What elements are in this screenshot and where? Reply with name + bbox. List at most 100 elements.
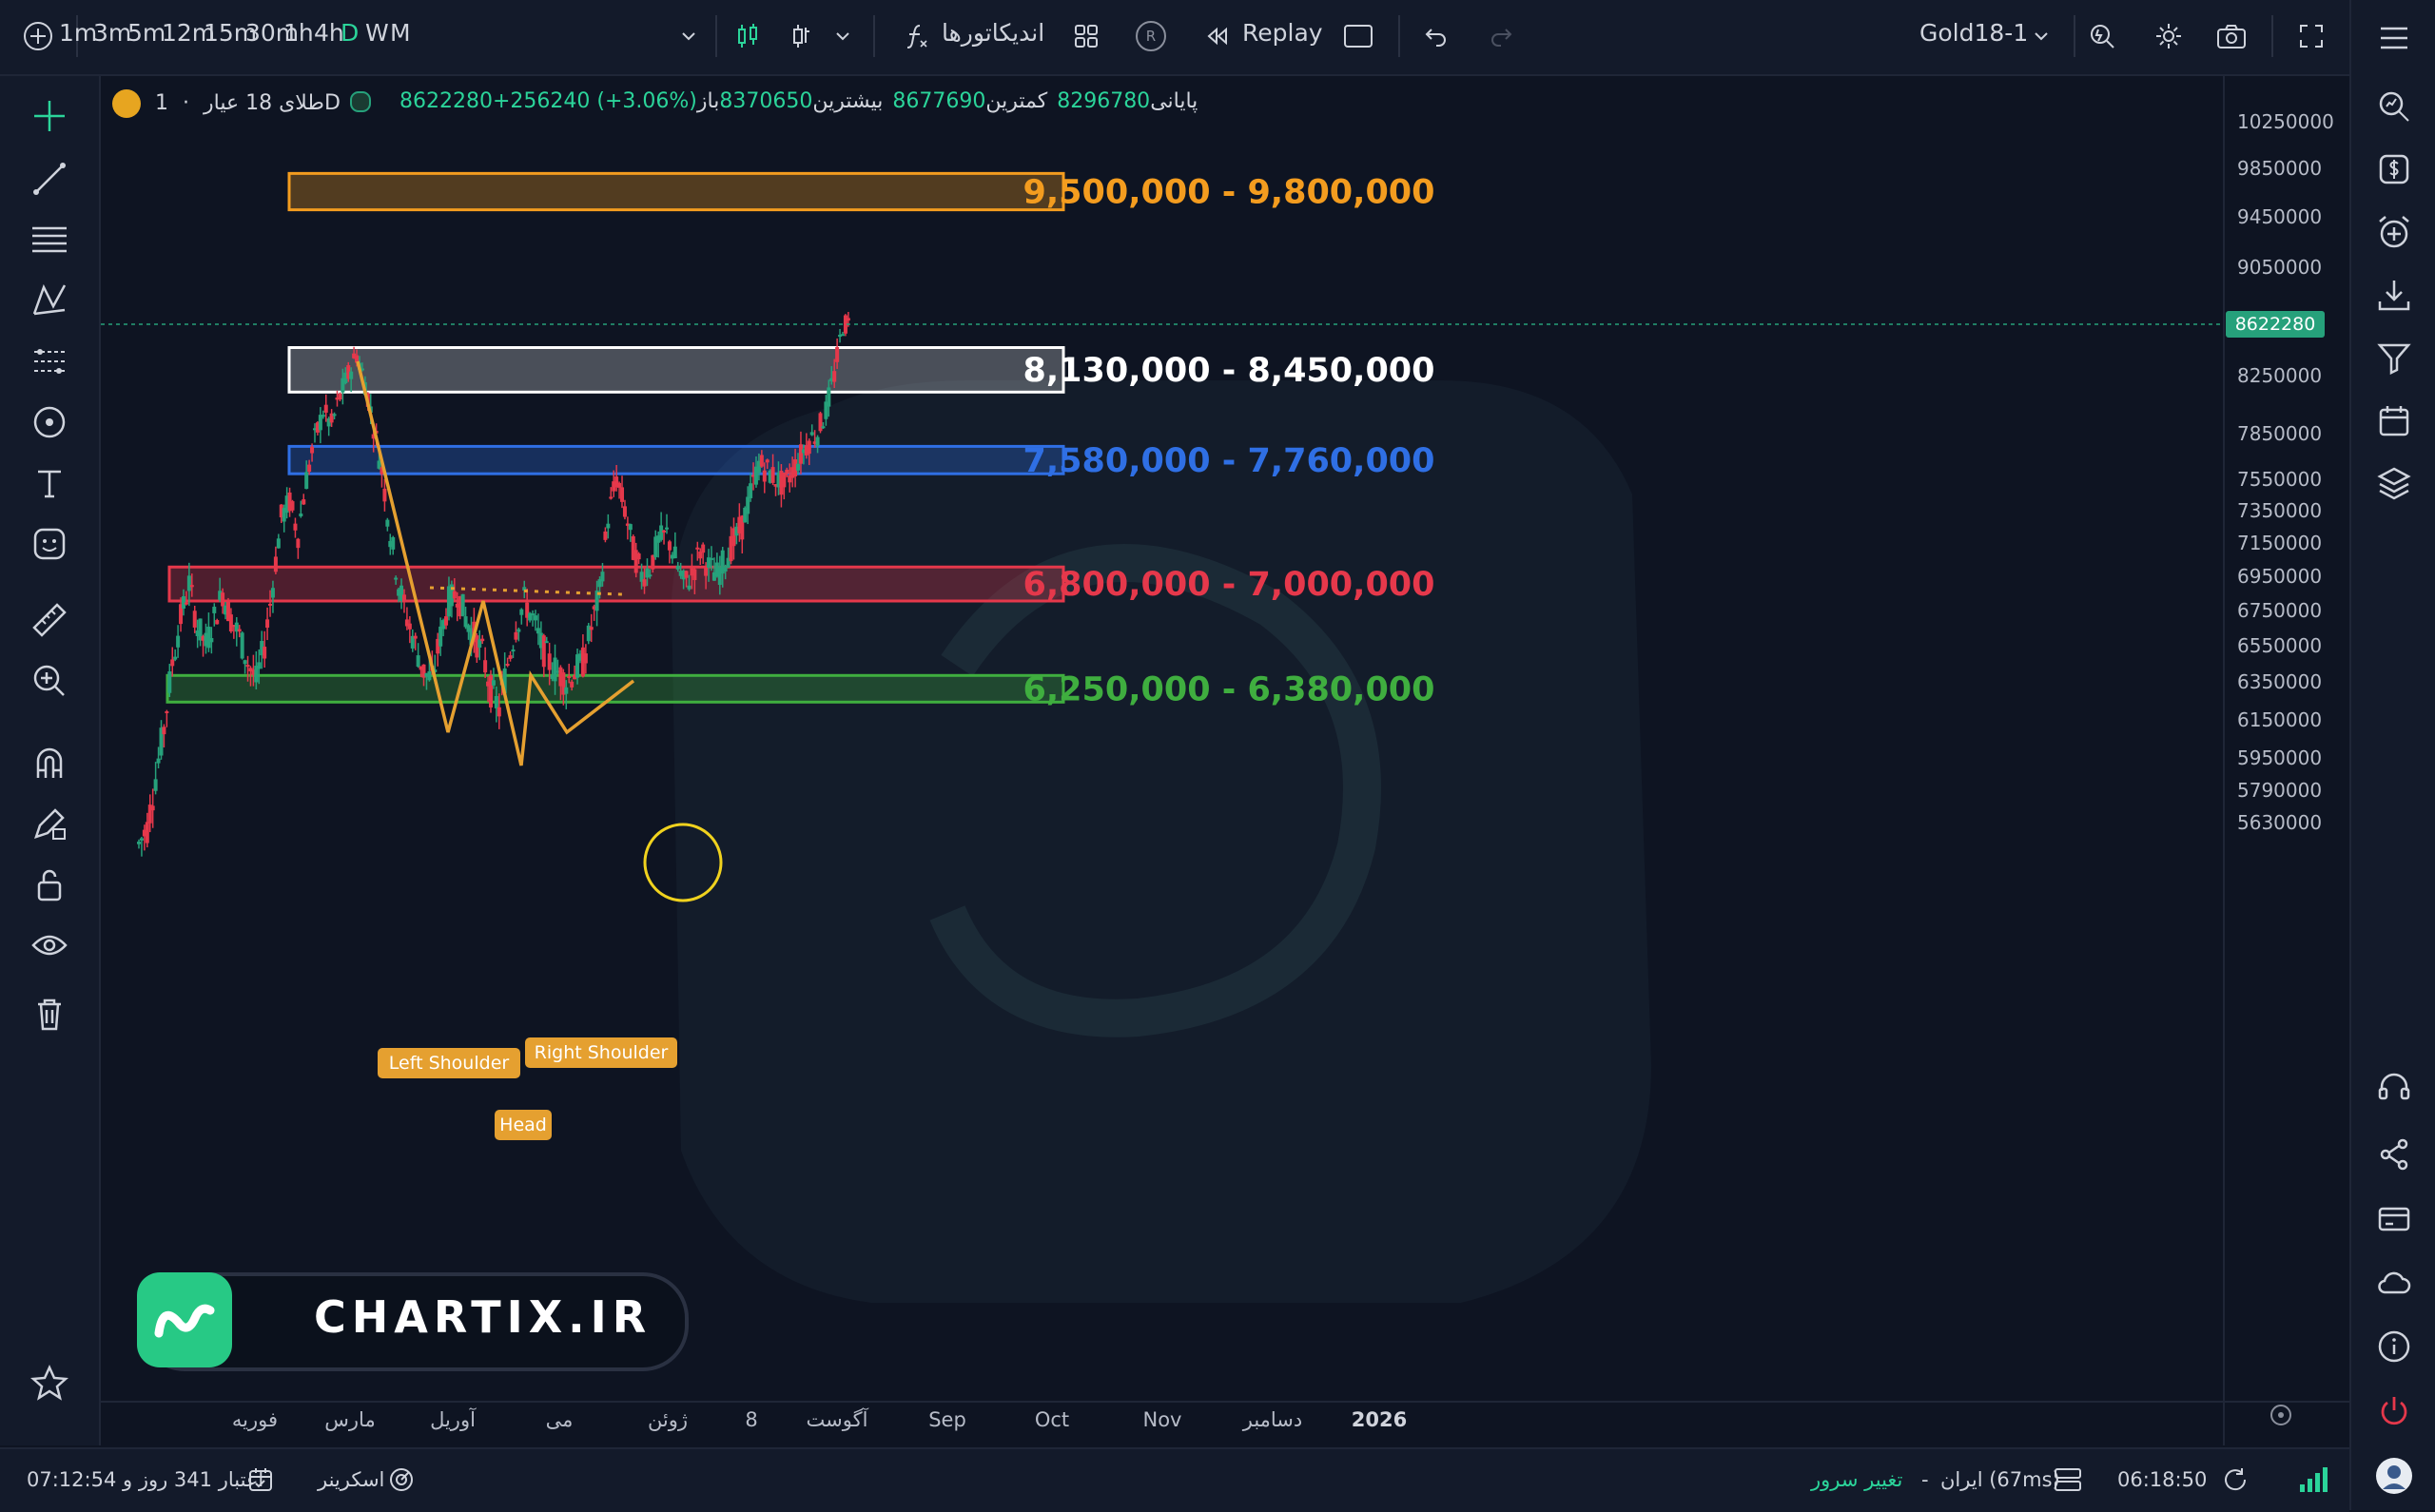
quick-search-icon[interactable] <box>2079 13 2125 59</box>
trash-icon[interactable] <box>25 989 74 1038</box>
candle <box>186 575 191 591</box>
crosshair-icon[interactable] <box>25 91 74 141</box>
radar-icon[interactable] <box>379 1457 424 1502</box>
price-zone[interactable] <box>287 171 1065 212</box>
square-icon[interactable] <box>1335 13 1381 59</box>
indicators-button[interactable]: اندیکاتورها <box>942 19 1044 47</box>
candle <box>821 426 826 429</box>
support-icon[interactable] <box>2369 1063 2419 1113</box>
price-zone[interactable] <box>166 673 1065 704</box>
power-icon[interactable] <box>2369 1386 2419 1436</box>
candles-icon[interactable] <box>725 13 770 59</box>
pencil-lock-icon[interactable] <box>25 799 74 848</box>
zone-label: 8,130,000 - 8,450,000 <box>1023 352 1434 390</box>
download-icon[interactable] <box>2369 270 2419 320</box>
change-server-button[interactable]: تغییر سرور <box>1811 1468 1902 1491</box>
undo-icon[interactable] <box>1413 13 1459 59</box>
fullscreen-icon[interactable] <box>2289 13 2334 59</box>
interval-1h[interactable]: 1h <box>283 19 314 47</box>
candle <box>245 665 250 668</box>
candle <box>139 838 144 841</box>
replay-badge-icon[interactable]: R <box>1128 13 1174 59</box>
candle <box>765 459 769 463</box>
interval-D[interactable]: D <box>341 19 359 47</box>
symbol-selector[interactable]: Gold18-1 <box>1919 19 2028 47</box>
brush-icon[interactable] <box>25 397 74 447</box>
gold-coin-icon <box>112 89 141 118</box>
price-chart[interactable]: 9,500,000 - 9,800,000 8,130,000 - 8,450,0… <box>101 76 2349 1445</box>
rewind-icon[interactable] <box>1195 13 1240 59</box>
gear-icon[interactable] <box>2146 13 2192 59</box>
price-zone[interactable] <box>167 565 1065 603</box>
candle <box>192 611 197 628</box>
pattern-icon[interactable] <box>25 276 74 325</box>
candle <box>427 670 432 681</box>
refresh-icon[interactable] <box>2212 1457 2258 1502</box>
candle <box>170 659 175 667</box>
candle <box>651 554 655 570</box>
trend-line-icon[interactable] <box>25 154 74 204</box>
time-tick: Oct <box>1035 1408 1069 1431</box>
text-tool-icon[interactable] <box>25 458 74 508</box>
cloud-icon[interactable] <box>2369 1257 2419 1307</box>
interval-3m[interactable]: 3m <box>93 19 131 47</box>
chevron-down-icon[interactable] <box>2018 13 2064 59</box>
price-tick: 10250000 <box>2237 110 2334 133</box>
candle <box>212 607 217 613</box>
info-icon[interactable] <box>2369 1322 2419 1371</box>
price-zone[interactable] <box>287 346 1065 394</box>
candle <box>505 664 510 667</box>
avatar[interactable] <box>2369 1451 2419 1501</box>
candle <box>589 627 594 630</box>
candle <box>209 638 214 643</box>
magnet-icon[interactable] <box>25 738 74 787</box>
layers-icon[interactable] <box>2369 458 2419 508</box>
drawing-toolbar <box>0 76 101 1445</box>
zoom-in-icon[interactable] <box>25 656 74 706</box>
layout-grid-icon[interactable] <box>1063 13 1109 59</box>
time-tick: آوریل <box>430 1407 477 1431</box>
price-zone[interactable] <box>287 444 1065 475</box>
card-icon[interactable] <box>2369 1194 2419 1244</box>
high-label: بیشترین <box>812 89 884 113</box>
time-tick: آگوست <box>807 1407 869 1431</box>
function-icon[interactable] <box>894 13 940 59</box>
chevron-down-icon[interactable] <box>820 13 866 59</box>
candle <box>770 467 775 483</box>
interval-5m[interactable]: 5m <box>127 19 166 47</box>
lock-icon[interactable] <box>25 860 74 909</box>
eye-icon[interactable] <box>25 921 74 970</box>
forecast-icon[interactable] <box>25 337 74 386</box>
interval-M[interactable]: M <box>390 19 411 47</box>
star-icon[interactable] <box>25 1358 74 1407</box>
redo-icon[interactable] <box>1478 13 1524 59</box>
candle <box>516 629 521 632</box>
dollar-icon[interactable] <box>2369 145 2419 194</box>
screener-button[interactable]: اسکرینر <box>318 1468 384 1491</box>
filter-icon[interactable] <box>2369 333 2419 382</box>
add-symbol-icon[interactable] <box>15 13 61 59</box>
ruler-icon[interactable] <box>25 595 74 645</box>
interval-1m[interactable]: 1m <box>59 19 97 47</box>
candle <box>385 519 390 527</box>
candle <box>796 463 801 471</box>
bar-type-icon[interactable] <box>778 13 824 59</box>
interval-4h[interactable]: 4h <box>314 19 344 47</box>
fib-lines-icon[interactable] <box>25 215 74 264</box>
search-chart-icon[interactable] <box>2369 82 2419 131</box>
camera-icon[interactable] <box>2209 13 2254 59</box>
candle <box>491 680 496 686</box>
share-icon[interactable] <box>2369 1130 2419 1179</box>
emoji-icon[interactable] <box>25 519 74 569</box>
chevron-down-icon[interactable] <box>666 13 711 59</box>
high-value: 8677690 <box>892 89 986 113</box>
replay-button[interactable]: Replay <box>1242 19 1323 47</box>
interval-W[interactable]: W <box>365 19 389 47</box>
candle <box>296 538 301 549</box>
alarm-icon[interactable] <box>2369 207 2419 257</box>
menu-icon[interactable] <box>2369 13 2419 63</box>
candle <box>270 588 275 598</box>
candle <box>257 662 262 669</box>
legend-bar: طلای 18 عیار · 1D <box>112 89 341 118</box>
calendar-icon[interactable] <box>2369 396 2419 445</box>
